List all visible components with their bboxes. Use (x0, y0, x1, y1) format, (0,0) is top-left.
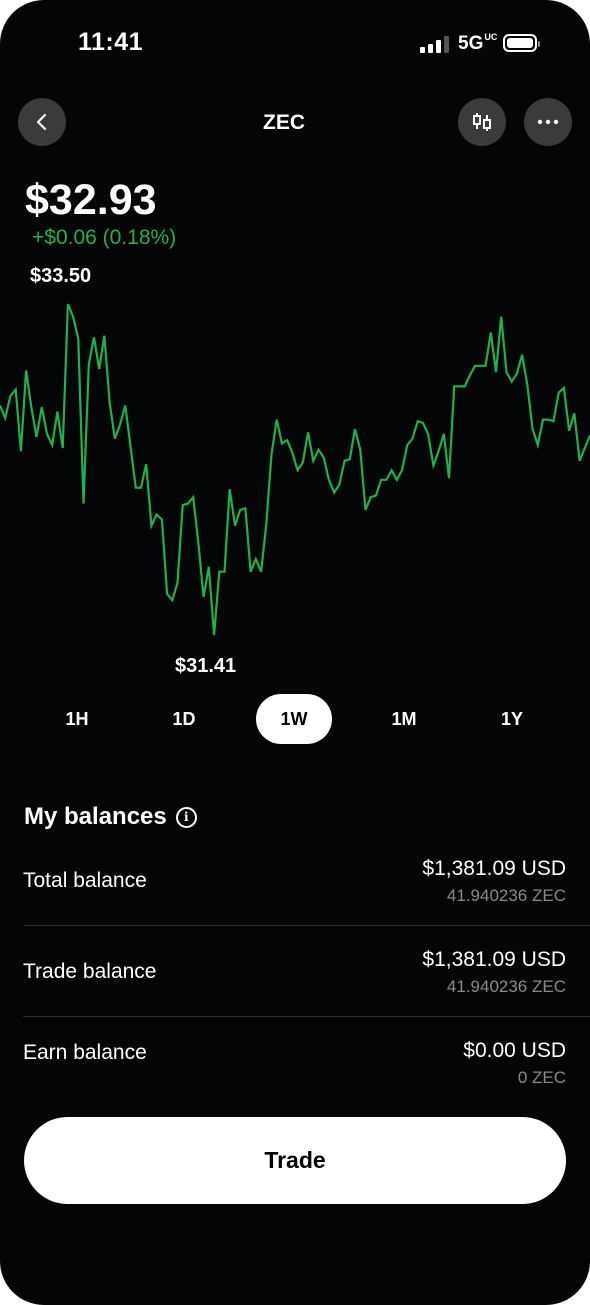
more-button[interactable] (524, 98, 572, 146)
chart-low-label: $31.41 (175, 655, 237, 677)
balance-usd: $1,381.09 USD (422, 948, 566, 971)
tab-1d[interactable]: 1D (146, 694, 222, 744)
balance-row-total: Total balance $1,381.09 USD 41.940236 ZE… (0, 850, 590, 941)
balance-zec: 41.940236 ZEC (446, 977, 566, 996)
price-chart[interactable] (0, 290, 590, 650)
balances-heading: My balances i (24, 803, 197, 831)
screen: 11:41 5GUC ZEC $32.93 +$0.06 (0.18%) $33… (0, 0, 590, 1305)
balance-usd: $1,381.09 USD (422, 857, 566, 880)
ellipsis-icon (537, 119, 559, 125)
balance-row-trade: Trade balance $1,381.09 USD 41.940236 ZE… (0, 941, 590, 1032)
tab-1y[interactable]: 1Y (474, 694, 550, 744)
tab-1w[interactable]: 1W (256, 694, 332, 744)
trade-button[interactable]: Trade (24, 1117, 566, 1204)
balance-label: Trade balance (23, 960, 157, 983)
battery-icon (503, 34, 540, 52)
timeframe-selector: 1H 1D 1W 1M 1Y (0, 694, 590, 744)
balance-row-earn: Earn balance $0.00 USD 0 ZEC (0, 1032, 590, 1123)
balance-zec: 41.940236 ZEC (446, 886, 566, 905)
divider (23, 1016, 590, 1017)
tab-1h[interactable]: 1H (39, 694, 115, 744)
divider (23, 925, 590, 926)
price-change: +$0.06 (0.18%) (32, 226, 177, 249)
network-suffix: UC (484, 32, 498, 42)
balance-zec: 0 ZEC (517, 1068, 566, 1087)
price-line (0, 303, 590, 636)
tab-1m[interactable]: 1M (366, 694, 442, 744)
network-indicator: 5GUC (458, 33, 497, 55)
balance-label: Earn balance (23, 1041, 147, 1064)
signal-icon (420, 36, 449, 53)
balances-title: My balances (24, 803, 167, 830)
network-label: 5G (458, 33, 484, 54)
chart-high-label: $33.50 (30, 265, 92, 287)
balance-label: Total balance (23, 869, 147, 892)
info-icon[interactable]: i (175, 806, 197, 828)
balance-usd: $0.00 USD (463, 1039, 566, 1062)
chart-type-button[interactable] (458, 98, 506, 146)
candlestick-icon (473, 113, 491, 131)
status-time: 11:41 (78, 28, 144, 56)
current-price: $32.93 (25, 176, 157, 224)
